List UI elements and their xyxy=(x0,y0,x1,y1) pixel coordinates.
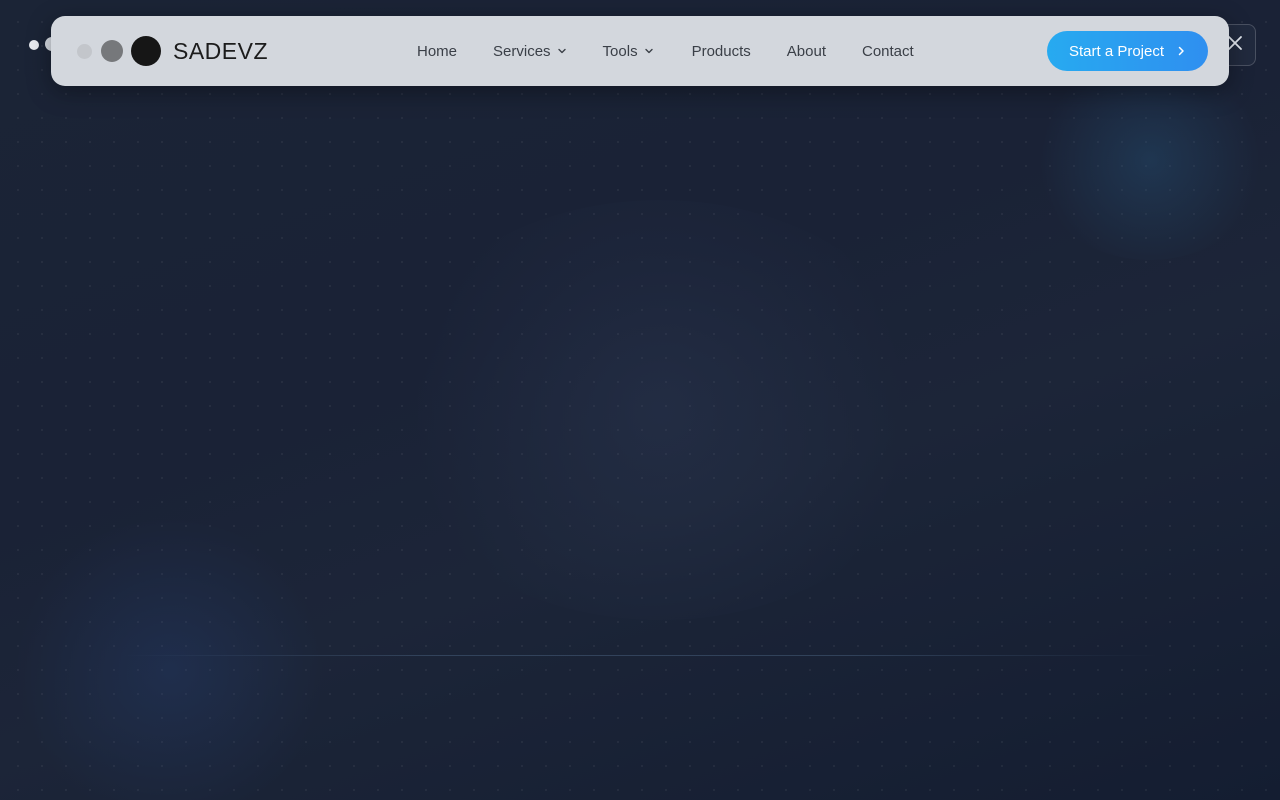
divider-line xyxy=(120,655,1160,656)
navbar: SADEVZ Home Services Tools Products Abou… xyxy=(51,16,1229,86)
nav-item-label: Products xyxy=(691,42,751,60)
chevron-right-icon xyxy=(1176,45,1186,57)
nav-item-label: About xyxy=(786,42,826,60)
chevron-down-icon xyxy=(557,46,567,56)
background-glow-top-right xyxy=(1030,60,1270,260)
brand-logo[interactable]: SADEVZ xyxy=(77,16,268,86)
background-glow-center xyxy=(380,200,940,620)
background-glow-bottom-left xyxy=(10,520,330,800)
nav-item-label: Tools xyxy=(602,42,638,60)
logo-dot-behind-small xyxy=(29,40,39,50)
nav-item-label: Home xyxy=(417,42,458,60)
nav-links: Home Services Tools Products About Conta… xyxy=(417,16,914,86)
logo-dot-medium-icon xyxy=(101,40,123,62)
nav-item-about[interactable]: About xyxy=(787,43,826,60)
logo-dot-large-icon xyxy=(131,36,161,66)
nav-item-label: Contact xyxy=(861,42,914,60)
nav-item-tools[interactable]: Tools xyxy=(603,43,654,60)
close-icon xyxy=(1227,35,1243,56)
start-project-label: Start a Project xyxy=(1068,42,1165,60)
nav-item-products[interactable]: Products xyxy=(692,43,751,60)
nav-item-label: Services xyxy=(493,42,551,60)
nav-item-home[interactable]: Home xyxy=(417,43,457,60)
nav-item-services[interactable]: Services xyxy=(493,43,567,60)
brand-name: SADEVZ xyxy=(173,37,269,64)
chevron-down-icon xyxy=(644,46,654,56)
nav-item-contact[interactable]: Contact xyxy=(862,43,914,60)
logo-dot-small-icon xyxy=(77,43,92,59)
start-project-button[interactable]: Start a Project xyxy=(1047,31,1208,71)
